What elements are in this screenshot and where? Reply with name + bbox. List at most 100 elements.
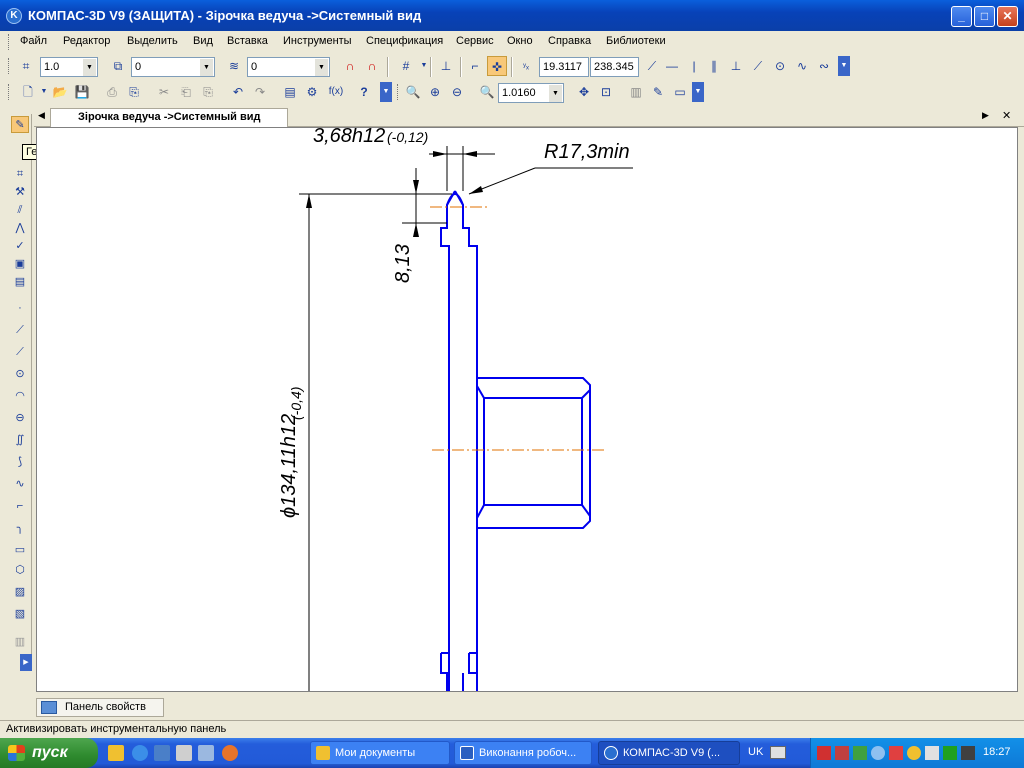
- designations-icon[interactable]: ⚒: [11, 184, 29, 201]
- quicklaunch-calculator-icon[interactable]: [176, 745, 192, 761]
- zoom-scale-icon[interactable]: 🔍: [477, 82, 497, 102]
- menu-libraries[interactable]: Библиотеки: [606, 35, 666, 47]
- perpendicular-icon[interactable]: ⊥: [726, 56, 746, 76]
- panel-icon[interactable]: ▭: [670, 82, 690, 102]
- round-coords-icon[interactable]: ✜: [487, 56, 507, 76]
- auxiliary-line-icon[interactable]: ⟋: [11, 344, 29, 361]
- undo-icon[interactable]: ↶: [228, 82, 248, 102]
- toolbar-grip[interactable]: [8, 84, 11, 100]
- menu-select[interactable]: Выделить: [127, 35, 178, 47]
- local-snap-icon[interactable]: ∩: [362, 56, 382, 76]
- tray-mail-icon[interactable]: [907, 746, 921, 760]
- rectangle-icon[interactable]: ▭: [11, 542, 29, 559]
- grid-icon[interactable]: #: [396, 56, 416, 76]
- quicklaunch-explorer-icon[interactable]: [198, 745, 214, 761]
- ortho-mode-icon[interactable]: ⌐: [465, 56, 485, 76]
- magnet-snap-icon[interactable]: ∩: [340, 56, 360, 76]
- paste-icon[interactable]: ⎘: [198, 82, 218, 102]
- menu-editor[interactable]: Редактор: [63, 35, 110, 47]
- menu-window[interactable]: Окно: [507, 35, 533, 47]
- layer-icon[interactable]: ⧉: [108, 56, 128, 76]
- segment-icon[interactable]: ⟋: [11, 322, 29, 339]
- quicklaunch-kompas-icon[interactable]: [108, 745, 124, 761]
- associative-views-icon[interactable]: ▤: [11, 274, 29, 291]
- line-tool-icon[interactable]: ⟋: [642, 56, 662, 76]
- manager-icon[interactable]: ▤: [280, 82, 300, 102]
- kompas-app-icon[interactable]: K: [6, 8, 22, 24]
- maximize-button[interactable]: □: [974, 6, 995, 27]
- task-word-document[interactable]: Виконання робоч...: [454, 741, 592, 765]
- toolbar-overflow-icon[interactable]: ▼: [692, 82, 704, 102]
- redo-icon[interactable]: ↷: [250, 82, 270, 102]
- quicklaunch-firefox-icon[interactable]: [222, 745, 238, 761]
- tray-display-icon[interactable]: [961, 746, 975, 760]
- toolbar-grip[interactable]: [397, 84, 400, 100]
- tray-app-icon[interactable]: [835, 746, 849, 760]
- toolbar-overflow-icon[interactable]: ▶: [20, 654, 32, 671]
- snap-step-icon[interactable]: ⌗: [16, 56, 36, 76]
- menu-specification[interactable]: Спецификация: [366, 35, 443, 47]
- properties-panel-tab[interactable]: Панель свойств: [36, 698, 164, 717]
- parallel-line-icon[interactable]: ∥: [704, 56, 724, 76]
- keyboard-icon[interactable]: [770, 746, 786, 759]
- copy-icon[interactable]: ⎗: [176, 82, 196, 102]
- vertical-line-icon[interactable]: |: [684, 56, 704, 76]
- fillet-icon[interactable]: ╮: [11, 520, 29, 537]
- chevron-down-icon[interactable]: ▼: [83, 59, 96, 76]
- line-scale-select[interactable]: 1.0 ▼: [40, 57, 98, 77]
- circle-icon[interactable]: ⊙: [11, 366, 29, 383]
- menu-help[interactable]: Справка: [548, 35, 591, 47]
- tangent-line-icon[interactable]: ⟋: [748, 56, 768, 76]
- tray-update-icon[interactable]: [889, 746, 903, 760]
- select-icon[interactable]: ▣: [11, 256, 29, 273]
- close-tab-icon[interactable]: ✕: [1002, 109, 1011, 122]
- tab-scroll-right-icon[interactable]: ▶: [982, 110, 989, 121]
- menu-service[interactable]: Сервис: [456, 35, 494, 47]
- style-select[interactable]: 0 ▼: [247, 57, 330, 77]
- tray-icq-icon[interactable]: [871, 746, 885, 760]
- properties-icon[interactable]: ✎: [648, 82, 668, 102]
- hatch-icon[interactable]: ▨: [11, 584, 29, 601]
- edit-icon[interactable]: ⫽: [11, 202, 29, 219]
- print-preview-icon[interactable]: ⎘: [124, 82, 144, 102]
- tray-kaspersky-icon[interactable]: [817, 746, 831, 760]
- tray-network-icon[interactable]: [853, 746, 867, 760]
- variables-button[interactable]: f(x): [326, 82, 346, 102]
- menu-file[interactable]: Файл: [20, 35, 47, 47]
- contour-icon[interactable]: ⬡: [11, 562, 29, 579]
- help-button[interactable]: ?: [354, 82, 374, 102]
- coord-y-field[interactable]: 238.345: [590, 57, 639, 77]
- show-all-icon[interactable]: ⊡: [596, 82, 616, 102]
- language-indicator[interactable]: UK: [748, 746, 763, 758]
- menubar-grip[interactable]: [8, 34, 11, 50]
- pan-icon[interactable]: ✥: [574, 82, 594, 102]
- menu-tools[interactable]: Инструменты: [283, 35, 352, 47]
- library-manager-icon[interactable]: ⚙: [302, 82, 322, 102]
- parametrization-icon[interactable]: ⋀: [11, 220, 29, 237]
- toolbar-overflow-icon[interactable]: ▼: [380, 82, 392, 102]
- drawing-canvas[interactable]: 3,68h12 (-0,12) R17,3min 8,13 ϕ134,11h12…: [36, 127, 1018, 692]
- toolbar-overflow-icon[interactable]: ▼: [838, 56, 850, 76]
- chevron-down-icon[interactable]: ▼: [315, 59, 328, 76]
- bezier-curve-icon[interactable]: ∿: [11, 476, 29, 493]
- curve-icon[interactable]: ∬: [11, 432, 29, 449]
- quicklaunch-desktop-icon[interactable]: [154, 745, 170, 761]
- circle-point-icon[interactable]: ⊙: [770, 56, 790, 76]
- zoom-out-icon[interactable]: ⊖: [447, 82, 467, 102]
- arc-icon[interactable]: ◠: [11, 388, 29, 405]
- refresh-icon[interactable]: ▥: [626, 82, 646, 102]
- menu-insert[interactable]: Вставка: [227, 35, 268, 47]
- fill-icon[interactable]: ▧: [11, 606, 29, 623]
- polyline-icon[interactable]: ⟆: [11, 454, 29, 471]
- tab-scroll-left-icon[interactable]: ◀: [38, 110, 45, 121]
- toolbar-grip[interactable]: [8, 58, 11, 74]
- cut-icon[interactable]: ✂: [154, 82, 174, 102]
- style-icon[interactable]: ≋: [224, 56, 244, 76]
- zoom-in-icon[interactable]: ⊕: [425, 82, 445, 102]
- quicklaunch-ie-icon[interactable]: [132, 745, 148, 761]
- horizontal-line-icon[interactable]: —: [662, 56, 682, 76]
- layer-select[interactable]: 0 ▼: [131, 57, 215, 77]
- measure-icon[interactable]: ✓: [11, 238, 29, 255]
- bezier-icon[interactable]: ∿: [792, 56, 812, 76]
- point-icon[interactable]: ·: [11, 300, 29, 317]
